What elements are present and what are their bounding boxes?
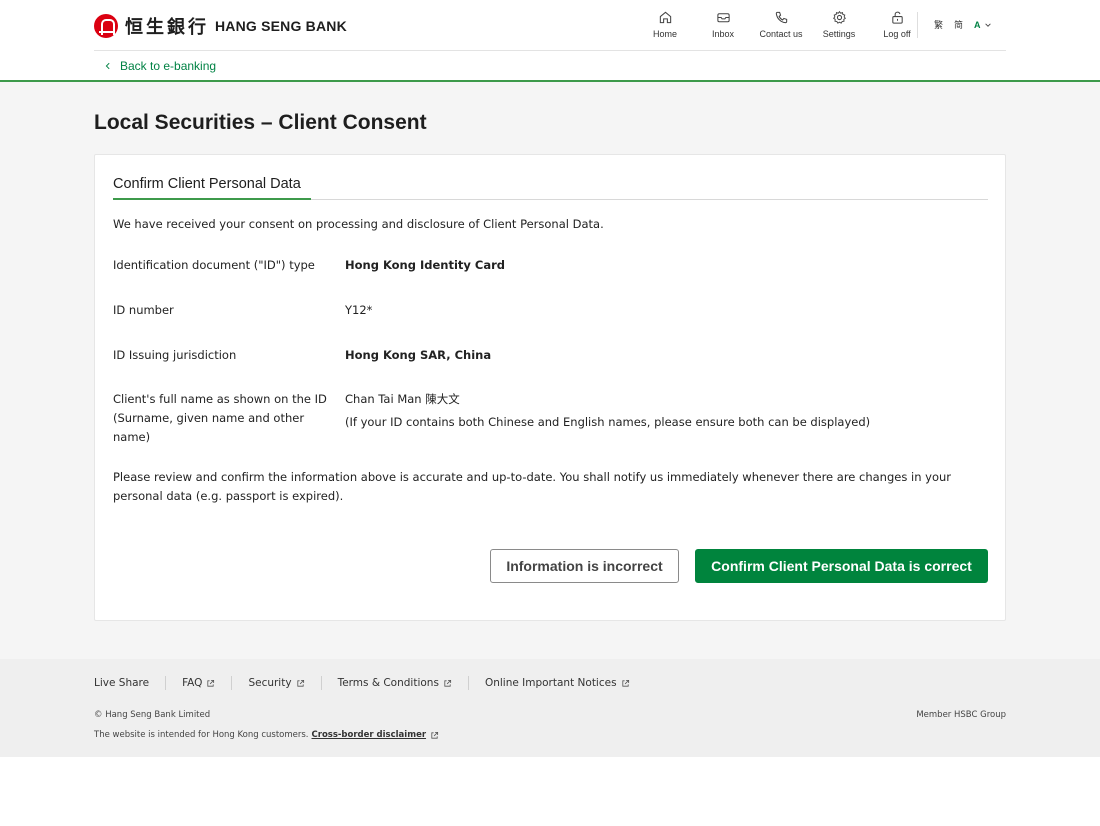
home-icon xyxy=(659,11,671,24)
footer-link-label: Security xyxy=(248,677,292,689)
id-number-value: Y12* xyxy=(345,303,373,317)
page-title: Local Securities – Client Consent xyxy=(94,111,427,134)
copyright-text: © Hang Seng Bank Limited xyxy=(94,710,211,720)
external-link-icon xyxy=(444,679,451,687)
cross-border-disclaimer: The website is intended for Hong Kong cu… xyxy=(94,730,439,740)
footer-link-important-notices[interactable]: Online Important Notices xyxy=(485,677,630,689)
id-number-label: ID number xyxy=(113,303,174,317)
header-bar: 恒生銀行 HANG SENG BANK Home Inbox Contact u… xyxy=(94,0,1006,51)
nav-log-off-label: Log off xyxy=(883,29,911,39)
footer-link-label: Terms & Conditions xyxy=(337,677,439,689)
id-type-value: Hong Kong Identity Card xyxy=(345,258,506,272)
gear-icon xyxy=(832,10,846,24)
language-switcher: 繁 简 A xyxy=(934,18,992,31)
nav-settings[interactable]: Settings xyxy=(810,10,868,42)
logo-chinese-name: 恒生銀行 xyxy=(125,17,209,38)
nav-inbox-label: Inbox xyxy=(711,29,735,39)
footer-separator xyxy=(467,676,469,690)
back-to-ebanking-link[interactable]: Back to e-banking xyxy=(104,59,216,73)
full-name-value: Chan Tai Man 陳大文 xyxy=(345,392,460,406)
nav-divider xyxy=(917,12,918,38)
external-link-icon xyxy=(207,679,215,687)
lang-simplified-chinese[interactable]: 简 xyxy=(954,18,963,31)
chevron-down-icon[interactable] xyxy=(984,21,992,29)
inbox-icon xyxy=(716,13,730,23)
footer-link-terms[interactable]: Terms & Conditions xyxy=(338,677,452,689)
id-jurisdiction-value: Hong Kong SAR, China xyxy=(345,348,492,362)
unlock-icon xyxy=(891,11,903,24)
footer-separator xyxy=(231,676,233,690)
member-hsbc-text: Member HSBC Group xyxy=(916,710,1006,720)
cross-border-disclaimer-link[interactable]: Cross-border disclaimer xyxy=(312,730,427,740)
confirm-data-correct-button[interactable]: Confirm Client Personal Data is correct xyxy=(695,549,988,583)
phone-icon xyxy=(775,11,787,24)
external-link-icon xyxy=(431,731,439,739)
full-name-label: Client's full name as shown on the ID (S… xyxy=(113,392,327,444)
footer-link-faq[interactable]: FAQ xyxy=(182,677,215,689)
information-incorrect-button[interactable]: Information is incorrect xyxy=(490,549,679,583)
top-navigation: Home Inbox Contact us Settings Log off xyxy=(636,10,926,42)
chevron-left-icon xyxy=(105,62,110,70)
consent-intro-text: We have received your consent on process… xyxy=(113,217,604,231)
hang-seng-logo-icon xyxy=(94,14,118,38)
section-tab-confirm-data: Confirm Client Personal Data xyxy=(113,176,301,192)
footer-separator xyxy=(165,676,167,690)
header: 恒生銀行 HANG SENG BANK Home Inbox Contact u… xyxy=(0,0,1100,82)
id-jurisdiction-label: ID Issuing jurisdiction xyxy=(113,348,237,362)
footer-link-label: FAQ xyxy=(182,677,203,689)
footer-separator xyxy=(320,676,322,690)
footer-links: Live Share FAQ Security Terms & Conditio… xyxy=(94,676,630,690)
footer: Live Share FAQ Security Terms & Conditio… xyxy=(0,659,1100,757)
back-link-label: Back to e-banking xyxy=(120,59,217,73)
review-notice-text: Please review and confirm the informatio… xyxy=(113,470,951,503)
id-type-label: Identification document ("ID") type xyxy=(113,258,315,272)
consent-card: Confirm Client Personal Data We have rec… xyxy=(94,154,1006,621)
disclaimer-prefix: The website is intended for Hong Kong cu… xyxy=(94,730,309,740)
footer-link-label: Online Important Notices xyxy=(484,677,617,689)
full-name-note: (If your ID contains both Chinese and En… xyxy=(345,415,871,429)
nav-inbox[interactable]: Inbox xyxy=(694,10,752,42)
external-link-icon xyxy=(296,679,304,687)
nav-settings-label: Settings xyxy=(822,29,856,39)
footer-link-live-share[interactable]: Live Share xyxy=(94,677,149,689)
lang-traditional-chinese[interactable]: 繁 xyxy=(934,18,943,31)
font-size-toggle[interactable]: A xyxy=(974,20,981,30)
main-content: Local Securities – Client Consent Confir… xyxy=(0,82,1100,659)
logo-english-name: HANG SENG BANK xyxy=(215,18,347,34)
nav-contact-us[interactable]: Contact us xyxy=(752,10,810,42)
nav-home-label: Home xyxy=(652,29,677,39)
section-active-indicator xyxy=(113,198,311,200)
nav-home[interactable]: Home xyxy=(636,10,694,42)
footer-link-security[interactable]: Security xyxy=(248,677,304,689)
bank-logo[interactable]: 恒生銀行 HANG SENG BANK xyxy=(94,13,347,39)
footer-link-label: Live Share xyxy=(94,677,150,689)
nav-contact-us-label: Contact us xyxy=(759,29,803,39)
external-link-icon xyxy=(621,679,629,687)
